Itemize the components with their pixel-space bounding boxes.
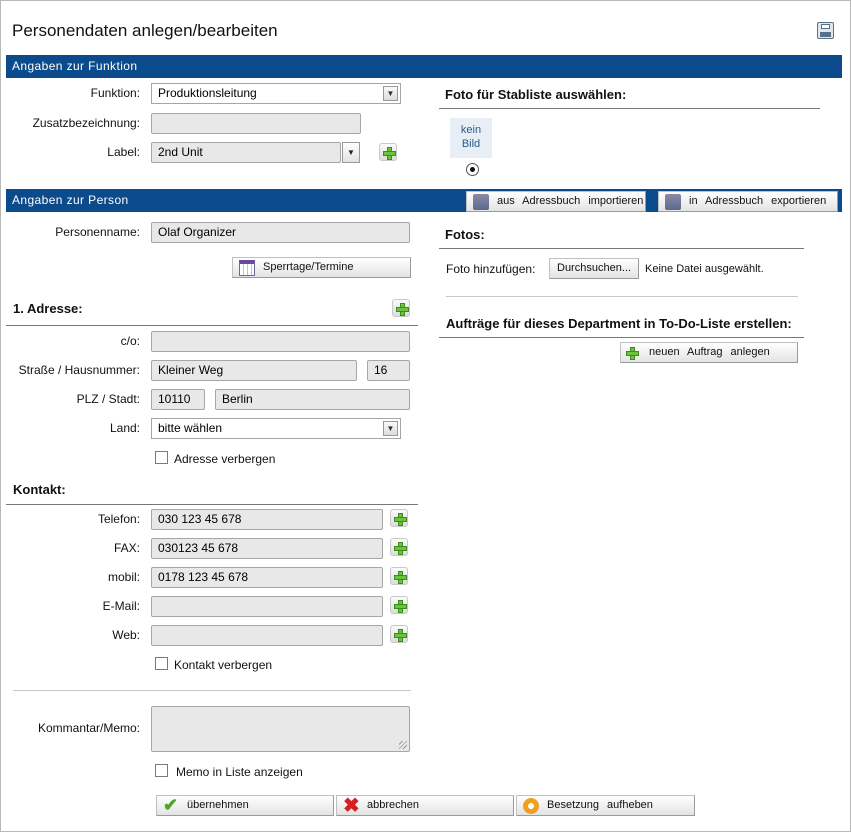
kontakt-verbergen-checkbox[interactable] bbox=[155, 657, 168, 670]
foto-hinzufuegen-label: Foto hinzufügen: bbox=[446, 262, 536, 276]
cross-icon: ✖ bbox=[343, 795, 360, 817]
web-label: Web: bbox=[112, 628, 140, 642]
mobil-input[interactable]: 0178 123 45 678 bbox=[151, 567, 383, 588]
export-addressbook-label: in Adressbuch exportieren bbox=[689, 195, 827, 207]
no-image-text-1: kein bbox=[460, 124, 482, 136]
no-image-placeholder: kein Bild bbox=[450, 118, 492, 158]
cancel-cast-button[interactable]: Besetzung aufheben bbox=[516, 795, 695, 816]
kontakt-divider bbox=[6, 504, 418, 505]
sperrtage-button[interactable]: Sperrtage/Termine bbox=[232, 257, 411, 278]
browse-label: Durchsuchen... bbox=[557, 262, 631, 274]
accept-label: übernehmen bbox=[187, 799, 249, 811]
funktion-select-value: Produktionsleitung bbox=[158, 86, 257, 100]
import-addressbook-label: aus Adressbuch importieren bbox=[497, 195, 644, 207]
sperrtage-label: Sperrtage/Termine bbox=[263, 261, 354, 273]
addressbook-icon bbox=[665, 194, 681, 210]
kontakt-heading: Kontakt: bbox=[13, 482, 66, 497]
personenname-label: Personenname: bbox=[55, 225, 140, 239]
export-addressbook-button[interactable]: in Adressbuch exportieren bbox=[658, 191, 838, 212]
no-image-text-2: Bild bbox=[461, 138, 481, 150]
refresh-icon bbox=[523, 798, 539, 814]
save-icon[interactable] bbox=[817, 22, 834, 39]
new-task-label: neuen Auftrag anlegen bbox=[649, 346, 770, 358]
email-input[interactable] bbox=[151, 596, 383, 617]
chevron-down-icon: ▼ bbox=[383, 86, 398, 101]
add-email-icon[interactable] bbox=[390, 596, 408, 614]
add-web-icon[interactable] bbox=[390, 625, 408, 643]
plus-icon bbox=[623, 344, 641, 362]
fotos-bottom-divider bbox=[446, 296, 798, 297]
email-label: E-Mail: bbox=[102, 599, 140, 613]
import-addressbook-button[interactable]: aus Adressbuch importieren bbox=[466, 191, 646, 212]
no-file-text: Keine Datei ausgewählt. bbox=[645, 263, 764, 275]
mobil-label: mobil: bbox=[107, 570, 140, 584]
section-header-person-label: Angaben zur Person bbox=[12, 193, 129, 207]
new-task-button[interactable]: neuen Auftrag anlegen bbox=[620, 342, 798, 363]
section-header-funktion: Angaben zur Funktion bbox=[6, 55, 842, 78]
cancel-cast-label: Besetzung aufheben bbox=[547, 799, 653, 811]
adresse-verbergen-checkbox[interactable] bbox=[155, 451, 168, 464]
stadt-input[interactable]: Berlin bbox=[215, 389, 410, 410]
kontakt-verbergen-label: Kontakt verbergen bbox=[174, 658, 273, 672]
add-label-icon[interactable] bbox=[379, 143, 397, 161]
cancel-button[interactable]: ✖ abbrechen bbox=[336, 795, 514, 816]
land-select-value: bitte wählen bbox=[158, 421, 223, 435]
add-fax-icon[interactable] bbox=[390, 538, 408, 556]
browse-button[interactable]: Durchsuchen... bbox=[549, 258, 639, 279]
telefon-label: Telefon: bbox=[97, 512, 140, 526]
strasse-label: Straße / Hausnummer: bbox=[18, 363, 140, 377]
addressbook-icon bbox=[473, 194, 489, 210]
foto-stabliste-heading: Foto für Stabliste auswählen: bbox=[445, 87, 627, 102]
telefon-input[interactable]: 030 123 45 678 bbox=[151, 509, 383, 530]
label-input[interactable]: 2nd Unit bbox=[151, 142, 341, 163]
hausnummer-input[interactable]: 16 bbox=[367, 360, 410, 381]
add-mobil-icon[interactable] bbox=[390, 567, 408, 585]
todo-divider bbox=[439, 337, 804, 338]
memo-anzeigen-checkbox[interactable] bbox=[155, 764, 168, 777]
add-telefon-icon[interactable] bbox=[390, 509, 408, 527]
adresse-verbergen-label: Adresse verbergen bbox=[174, 452, 276, 466]
chevron-down-icon: ▼ bbox=[383, 421, 398, 436]
funktion-label: Funktion: bbox=[90, 86, 140, 100]
zusatz-label: Zusatzbezeichnung: bbox=[32, 116, 140, 130]
adresse-heading: 1. Adresse: bbox=[13, 301, 83, 316]
accept-button[interactable]: ✔ übernehmen bbox=[156, 795, 334, 816]
adresse-divider bbox=[6, 325, 418, 326]
web-input[interactable] bbox=[151, 625, 383, 646]
zusatz-input[interactable] bbox=[151, 113, 361, 134]
memo-anzeigen-label: Memo in Liste anzeigen bbox=[176, 765, 303, 779]
funktion-select[interactable]: Produktionsleitung ▼ bbox=[151, 83, 401, 104]
fotos-heading: Fotos: bbox=[445, 227, 485, 242]
fax-input[interactable]: 030123 45 678 bbox=[151, 538, 383, 559]
memo-label: Kommantar/Memo: bbox=[37, 721, 140, 735]
cancel-label: abbrechen bbox=[367, 799, 419, 811]
fotos-divider bbox=[439, 248, 804, 249]
no-image-radio[interactable] bbox=[466, 163, 479, 176]
page-title: Personendaten anlegen/bearbeiten bbox=[12, 21, 278, 40]
todo-heading: Aufträge für dieses Department in To-Do-… bbox=[446, 316, 792, 331]
land-label: Land: bbox=[109, 421, 140, 435]
label-label: Label: bbox=[107, 145, 140, 159]
memo-divider bbox=[13, 690, 411, 691]
co-label: c/o: bbox=[120, 334, 140, 348]
plz-input[interactable]: 10110 bbox=[151, 389, 205, 410]
memo-textarea[interactable] bbox=[151, 706, 410, 752]
land-select[interactable]: bitte wählen ▼ bbox=[151, 418, 401, 439]
plz-label: PLZ / Stadt: bbox=[76, 392, 140, 406]
calendar-icon bbox=[239, 260, 255, 276]
foto-stabliste-divider bbox=[439, 108, 820, 109]
strasse-input[interactable]: Kleiner Weg bbox=[151, 360, 357, 381]
resize-grip-icon[interactable] bbox=[399, 741, 407, 749]
label-dropdown-button[interactable]: ▼ bbox=[342, 142, 360, 163]
personenname-input[interactable]: Olaf Organizer bbox=[151, 222, 410, 243]
checkmark-icon: ✔ bbox=[163, 795, 179, 815]
co-input[interactable] bbox=[151, 331, 410, 352]
fax-label: FAX: bbox=[113, 541, 140, 555]
add-address-icon[interactable] bbox=[392, 299, 410, 317]
